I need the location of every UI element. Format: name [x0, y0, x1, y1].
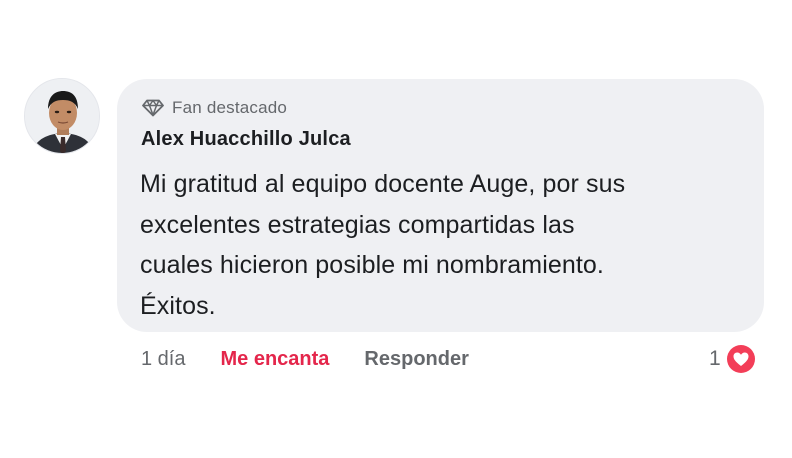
comment-text-line: Mi gratitud al equipo docente Auge, por … — [140, 170, 626, 198]
comment-text-line: Éxitos. — [140, 291, 216, 320]
top-fan-badge: Fan destacado — [142, 96, 287, 120]
comment-text-line: excelentes estrategias compartidas las — [140, 210, 575, 239]
love-reaction-button[interactable]: Me encanta — [220, 348, 329, 371]
comment-timestamp[interactable]: 1 día — [141, 348, 185, 371]
reaction-summary[interactable]: 1 — [709, 342, 757, 376]
diamond-icon — [142, 99, 164, 117]
avatar-portrait-icon — [25, 79, 99, 153]
author-name[interactable]: Alex Huacchillo Julca — [141, 128, 351, 151]
reply-button[interactable]: Responder — [364, 348, 468, 371]
badge-label: Fan destacado — [172, 98, 288, 117]
comment-text: Mi gratitud al equipo docente Auge, por … — [140, 164, 750, 326]
reaction-count: 1 — [709, 347, 721, 370]
comment-text-line: cuales hicieron posible mi nombramiento. — [140, 251, 604, 279]
comment-container: Fan destacado Alex Huacchillo Julca Mi g… — [0, 0, 792, 458]
love-reaction-icon — [724, 343, 757, 375]
comment-actions: 1 día Me encanta Responder — [141, 343, 469, 375]
avatar[interactable] — [24, 78, 100, 154]
